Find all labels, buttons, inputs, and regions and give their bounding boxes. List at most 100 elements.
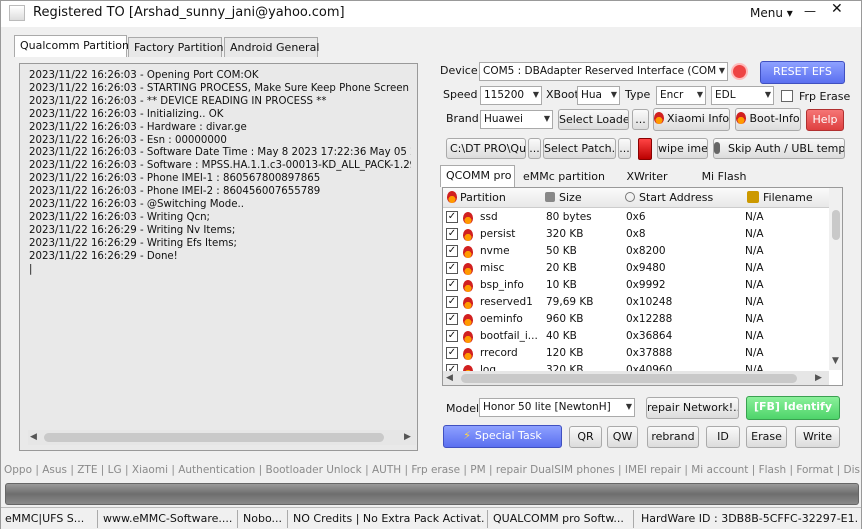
status-software: QUALCOMM pro Softw... — [493, 512, 624, 525]
close-icon[interactable]: ✕ — [831, 1, 843, 17]
log-line: 2023/11/22 16:26:03 - Opening Port COM:O… — [29, 70, 259, 81]
help-button[interactable]: Help — [806, 109, 844, 131]
subtab-xwriter[interactable]: XWriter — [607, 167, 687, 187]
table-row[interactable]: ✓ bootfail_i... 40 KB 0x36864 N/A — [443, 328, 829, 345]
select-patch-button[interactable]: Select Patch.. — [543, 138, 616, 159]
cell-start-address: 0x10248 — [626, 296, 673, 308]
lock-icon — [545, 192, 555, 202]
row-checkbox[interactable]: ✓ — [446, 228, 458, 240]
table-row[interactable]: ✓ nvme 50 KB 0x8200 N/A — [443, 243, 829, 260]
scroll-left-icon[interactable]: ◀ — [446, 373, 453, 383]
log-text: 2023/11/22 16:26:03 - Opening Port COM:O… — [29, 70, 411, 430]
cell-partition: ssd — [480, 211, 498, 223]
table-row[interactable]: ✓ persist 320 KB 0x8 N/A — [443, 226, 829, 243]
model-label: Model — [446, 402, 480, 415]
chevron-down-icon: ▼ — [610, 90, 617, 99]
row-checkbox[interactable]: ✓ — [446, 347, 458, 359]
status-emmc: eMMC|UFS S... — [5, 512, 85, 525]
scroll-down-icon[interactable]: ▼ — [832, 356, 839, 366]
qw-button[interactable]: QW — [607, 426, 638, 448]
subtab-qcomm-pro[interactable]: QCOMM pro — [440, 165, 515, 187]
id-button[interactable]: ID — [706, 426, 740, 448]
scroll-thumb[interactable] — [44, 433, 384, 442]
speed-select[interactable]: 115200 ▼ — [480, 86, 542, 105]
tab-qualcomm-partition[interactable]: Qualcomm Partition — [14, 35, 129, 57]
path-field[interactable]: C:\DT PRO\Qua — [446, 138, 526, 159]
header-start-address[interactable]: Start Address — [625, 191, 713, 204]
xboot-select[interactable]: Hua ▼ — [577, 86, 620, 105]
brand-select[interactable]: Huawei ▼ — [480, 110, 553, 129]
tab-android-general[interactable]: Android General — [224, 37, 319, 57]
fb-identify-button[interactable]: [FB] Identify — [746, 396, 840, 420]
model-select[interactable]: Honor 50 lite [NewtonH] ▼ — [479, 398, 635, 417]
write-button[interactable]: Write — [795, 426, 840, 448]
menu-button[interactable]: Menu ▾ — [750, 6, 793, 20]
partition-grid[interactable]: Partition Size Start Address Filename ✓ s… — [442, 187, 843, 386]
log-line: 2023/11/22 16:26:03 - STARTING PROCESS, … — [29, 82, 411, 94]
row-checkbox[interactable]: ✓ — [446, 245, 458, 257]
table-row[interactable]: ✓ rrecord 120 KB 0x37888 N/A — [443, 345, 829, 362]
header-partition-label: Partition — [460, 191, 506, 204]
row-checkbox[interactable]: ✓ — [446, 279, 458, 291]
row-checkbox[interactable]: ✓ — [446, 262, 458, 274]
log-panel[interactable]: 2023/11/22 16:26:03 - Opening Port COM:O… — [19, 63, 418, 451]
skip-auth-button[interactable]: Skip Auth / UBL temp — [713, 138, 845, 159]
erase-button[interactable]: Erase — [746, 426, 787, 448]
frp-erase-checkbox[interactable] — [781, 90, 793, 102]
table-row[interactable]: ✓ misc 20 KB 0x9480 N/A — [443, 260, 829, 277]
scroll-right-icon[interactable]: ▶ — [404, 432, 411, 442]
cell-start-address: 0x36864 — [626, 330, 673, 342]
header-size[interactable]: Size — [545, 191, 582, 204]
speed-value: 115200 — [484, 89, 525, 101]
scroll-thumb[interactable] — [832, 210, 840, 240]
boot-info-button[interactable]: Boot-Info — [735, 108, 801, 131]
row-checkbox[interactable]: ✓ — [446, 330, 458, 342]
log-horizontal-scrollbar[interactable]: ◀ ▶ — [28, 430, 416, 445]
xboot-label: XBoot — [546, 88, 579, 101]
minimize-icon[interactable]: — — [804, 4, 816, 18]
cell-start-address: 0x9992 — [626, 279, 666, 291]
xiaomi-info-button[interactable]: Xiaomi Info — [653, 108, 730, 131]
select-loader-button[interactable]: Select Loader — [558, 109, 629, 130]
log-line: 2023/11/22 16:26:03 - Initializing.. OK — [29, 108, 224, 120]
row-checkbox[interactable]: ✓ — [446, 296, 458, 308]
loader-browse-button[interactable]: ... — [632, 109, 649, 130]
grid-horizontal-scrollbar[interactable]: ◀ ▶ — [443, 371, 829, 385]
type-select[interactable]: Encr ▼ — [656, 86, 706, 105]
cell-filename: N/A — [745, 228, 764, 240]
header-filename[interactable]: Filename — [747, 191, 813, 204]
rebrand-button[interactable]: rebrand — [647, 426, 699, 448]
tab-factory-partition[interactable]: Factory Partition — [128, 37, 224, 57]
subtab-emmc-partition[interactable]: eMMc partition — [518, 167, 605, 187]
log-line: 2023/11/22 16:26:03 - @Switching Mode.. — [29, 199, 244, 211]
mode-select[interactable]: EDL ▼ — [711, 86, 774, 105]
cell-start-address: 0x8 — [626, 228, 646, 240]
table-row[interactable]: ✓ ssd 80 bytes 0x6 N/A — [443, 209, 829, 226]
grid-vertical-scrollbar[interactable]: ▼ — [829, 188, 842, 370]
refresh-port-icon[interactable] — [731, 63, 748, 80]
table-row[interactable]: ✓ reserved1 79,69 KB 0x10248 N/A — [443, 294, 829, 311]
table-row[interactable]: ✓ oeminfo 960 KB 0x12288 N/A — [443, 311, 829, 328]
patch-browse-button[interactable]: ... — [618, 138, 631, 159]
feature-link-bar[interactable]: Oppo | Asus | ZTE | LG | Xiaomi | Authen… — [4, 464, 860, 476]
row-checkbox[interactable]: ✓ — [446, 211, 458, 223]
special-task-button[interactable]: ⚡ Special Task — [443, 425, 562, 448]
scroll-thumb[interactable] — [461, 374, 797, 383]
title-bar: Registered TO [Arshad_sunny_jani@yahoo.c… — [1, 1, 861, 27]
qr-button[interactable]: QR — [569, 426, 602, 448]
reset-efs-button[interactable]: RESET EFS — [760, 61, 845, 84]
header-partition[interactable]: Partition — [447, 191, 506, 204]
device-select[interactable]: COM5 : DBAdapter Reserved Interface (COM… — [479, 62, 728, 81]
fire-icon — [736, 112, 747, 124]
cell-size: 79,69 KB — [546, 296, 594, 308]
cell-filename: N/A — [745, 330, 764, 342]
table-row[interactable]: ✓ bsp_info 10 KB 0x9992 N/A — [443, 277, 829, 294]
row-checkbox[interactable]: ✓ — [446, 313, 458, 325]
path-browse-button[interactable]: ... — [528, 138, 541, 159]
subtab-mi-flash[interactable]: Mi Flash — [687, 167, 761, 187]
wipe-imei-button[interactable]: wipe imei — [657, 138, 708, 159]
scroll-left-icon[interactable]: ◀ — [30, 432, 37, 442]
repair-network-button[interactable]: repair Network!.. — [646, 397, 739, 419]
app-icon — [9, 5, 25, 21]
scroll-right-icon[interactable]: ▶ — [815, 373, 822, 383]
